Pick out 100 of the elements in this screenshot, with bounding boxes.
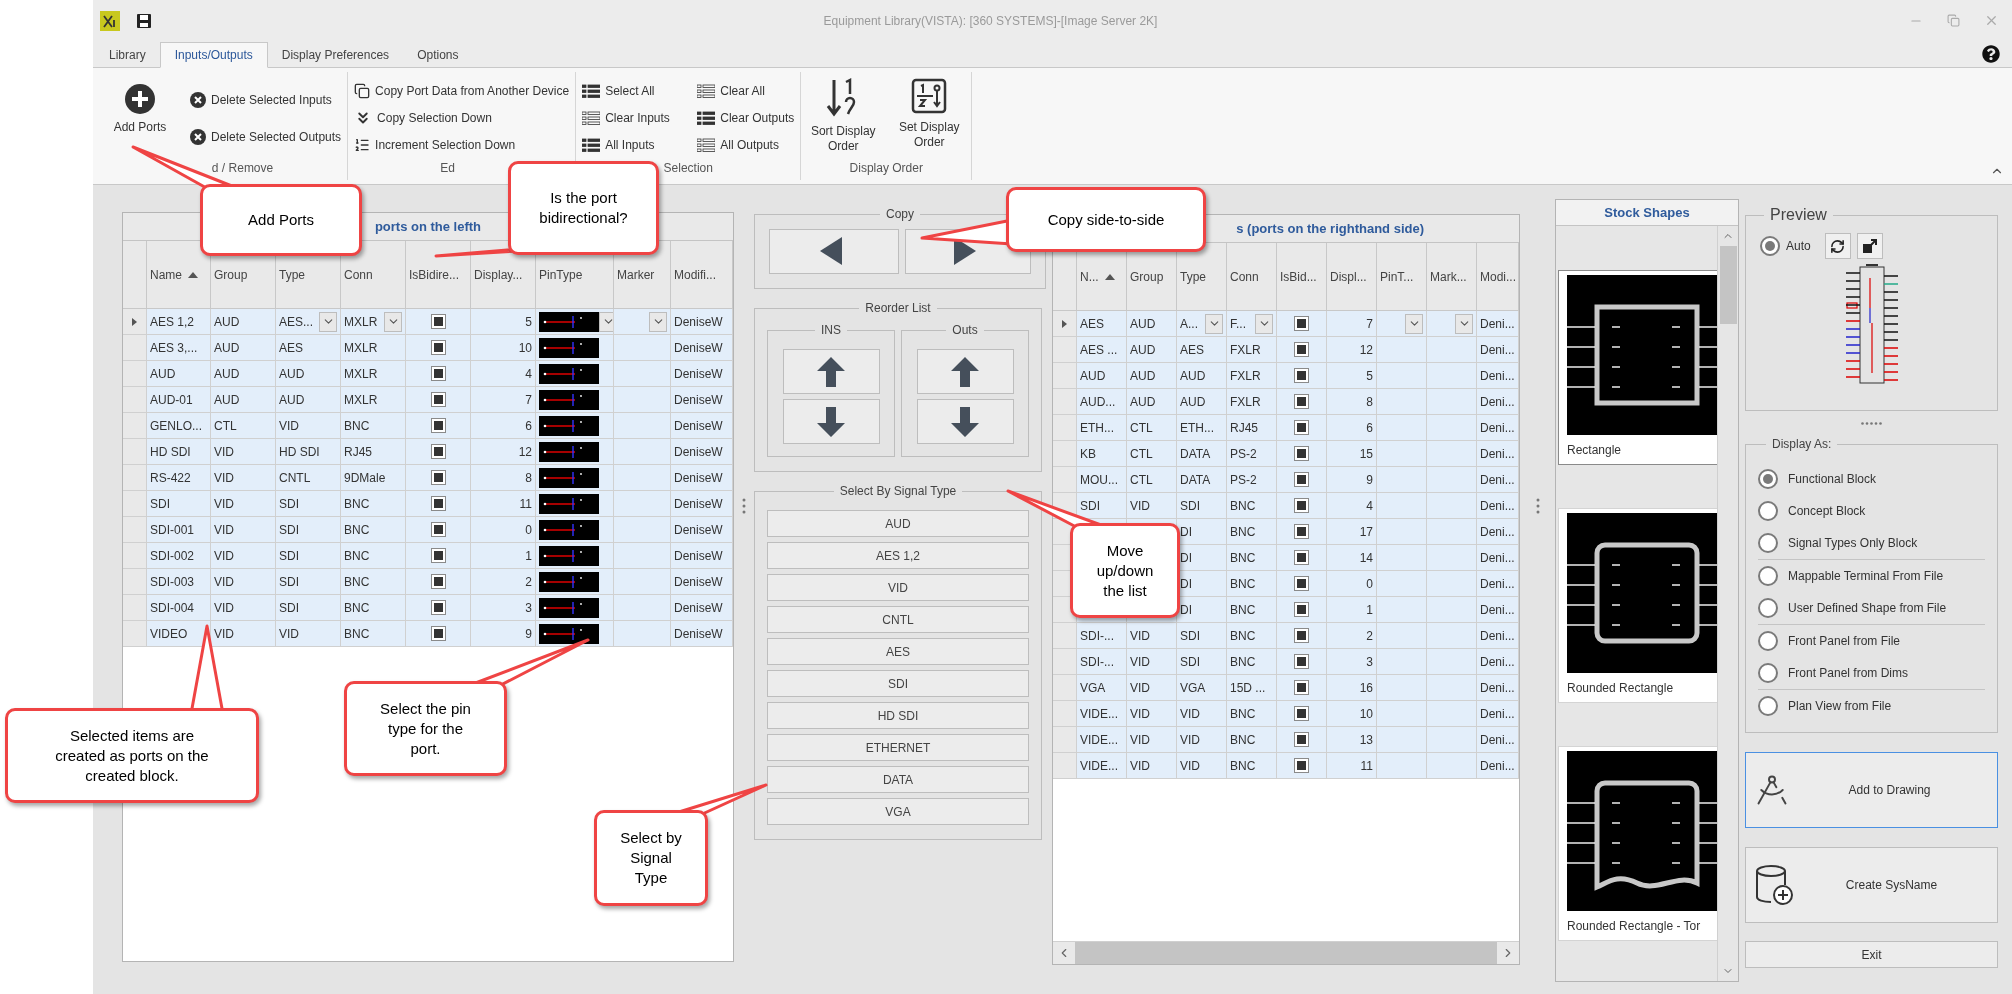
checkbox[interactable] xyxy=(1294,316,1309,331)
table-row[interactable]: ETH... CTL ETH... RJ45 6 Deni... xyxy=(1053,415,1519,441)
table-row[interactable]: AUD AUD AUD FXLR 5 Deni... xyxy=(1053,363,1519,389)
ribbon-button[interactable]: Copy Selection Down xyxy=(354,107,570,129)
splitter-grip-icon[interactable] xyxy=(1860,421,1883,425)
checkbox[interactable] xyxy=(430,444,446,459)
shape-card[interactable]: Rectangle xyxy=(1558,270,1717,465)
checkbox[interactable] xyxy=(430,626,446,641)
ribbon-button[interactable]: All Inputs xyxy=(582,134,680,156)
create-sysname-button[interactable]: Create SysName xyxy=(1745,847,1998,923)
vertical-scrollbar[interactable] xyxy=(1717,226,1738,981)
pin-symbol-icon[interactable] xyxy=(539,623,599,644)
pin-symbol-icon[interactable] xyxy=(539,311,599,332)
table-row[interactable]: SDI-... VID SDI BNC 2 Deni... xyxy=(1053,623,1519,649)
ribbon-button[interactable]: Delete Selected Inputs xyxy=(190,89,342,111)
ribbon-button[interactable]: Add Ports xyxy=(104,72,176,135)
table-row[interactable]: SDI-004 VID SDI BNC 3 DeniseW xyxy=(123,595,733,621)
table-row[interactable]: VIDE... VID VID BNC 11 Deni... xyxy=(1053,753,1519,779)
signal-type-button[interactable]: DATA xyxy=(767,766,1029,793)
table-row[interactable]: AUD AUD AUD MXLR 4 DeniseW xyxy=(123,361,733,387)
checkbox[interactable] xyxy=(1294,550,1309,565)
ribbon-button[interactable]: Delete Selected Outputs xyxy=(190,126,342,148)
table-row[interactable]: SDI-002 VID SDI BNC 1 DeniseW xyxy=(123,543,733,569)
fit-view-button[interactable] xyxy=(1856,233,1883,259)
copy-left-button[interactable] xyxy=(769,229,899,274)
radio-button[interactable] xyxy=(1758,533,1778,553)
table-row[interactable]: AES ... AUD AES FXLR 12 Deni... xyxy=(1053,337,1519,363)
row-header[interactable] xyxy=(123,309,147,335)
radio-button[interactable] xyxy=(1758,631,1778,651)
checkbox[interactable] xyxy=(1294,498,1309,513)
ribbon-button[interactable]: Clear Inputs xyxy=(582,107,680,129)
radio-button[interactable] xyxy=(1758,696,1778,716)
pin-symbol-icon[interactable] xyxy=(539,493,599,514)
radio-button[interactable] xyxy=(1758,501,1778,521)
radio-button[interactable] xyxy=(1760,236,1780,256)
checkbox[interactable] xyxy=(430,314,446,329)
signal-type-button[interactable]: VID xyxy=(767,574,1029,601)
ribbon-button[interactable]: Select All xyxy=(582,80,680,102)
radio-button[interactable] xyxy=(1758,663,1778,683)
signal-type-button[interactable]: AES 1,2 xyxy=(767,542,1029,569)
pin-symbol-icon[interactable] xyxy=(539,415,599,436)
signal-type-button[interactable]: AUD xyxy=(767,510,1029,537)
ribbon-button[interactable]: Set Display Order xyxy=(893,72,966,150)
checkbox[interactable] xyxy=(430,496,446,511)
checkbox[interactable] xyxy=(1294,394,1309,409)
shape-card[interactable]: Rounded Rectangle - Tor xyxy=(1558,746,1717,941)
ribbon-tab[interactable]: Display Preferences xyxy=(267,42,404,68)
table-row[interactable]: AES 3,... AUD AES MXLR 10 DeniseW xyxy=(123,335,733,361)
signal-type-button[interactable]: HD SDI xyxy=(767,702,1029,729)
checkbox[interactable] xyxy=(430,600,446,615)
ribbon-button[interactable]: Clear Outputs xyxy=(697,107,795,129)
move-down-button[interactable] xyxy=(782,399,880,444)
table-row[interactable]: VGA VID VGA 15D ... 16 Deni... xyxy=(1053,675,1519,701)
dropdown-button[interactable] xyxy=(1255,313,1273,334)
checkbox[interactable] xyxy=(430,574,446,589)
pin-symbol-icon[interactable] xyxy=(539,467,599,488)
checkbox[interactable] xyxy=(1294,758,1309,773)
ribbon-button[interactable]: Sort Display Order xyxy=(807,72,880,154)
row-header[interactable] xyxy=(1053,311,1077,337)
horizontal-scrollbar[interactable] xyxy=(1053,941,1519,964)
pin-symbol-icon[interactable] xyxy=(539,337,599,358)
ribbon-button[interactable]: Clear All xyxy=(697,80,795,102)
table-row[interactable]: MOU... CTL DATA PS-2 9 Deni... xyxy=(1053,467,1519,493)
table-row[interactable]: KB CTL DATA PS-2 15 Deni... xyxy=(1053,441,1519,467)
checkbox[interactable] xyxy=(1294,732,1309,747)
ribbon-tab[interactable]: Library xyxy=(95,42,160,68)
ribbon-button[interactable]: Copy Port Data from Another Device xyxy=(354,80,570,102)
checkbox[interactable] xyxy=(430,366,446,381)
table-row[interactable]: AES AUD A... F... 7 Deni... xyxy=(1053,311,1519,337)
checkbox[interactable] xyxy=(1294,446,1309,461)
table-row[interactable]: SDI-... VID SDI BNC 3 Deni... xyxy=(1053,649,1519,675)
pin-symbol-icon[interactable] xyxy=(539,389,599,410)
splitter-grip-icon[interactable] xyxy=(742,497,746,516)
ribbon-button[interactable]: Increment Selection Down xyxy=(354,134,570,156)
splitter-grip-icon[interactable] xyxy=(1535,497,1540,516)
table-row[interactable]: VIDE... VID VID BNC 10 Deni... xyxy=(1053,701,1519,727)
move-up-button[interactable] xyxy=(916,349,1014,394)
add-to-drawing-button[interactable]: Add to Drawing xyxy=(1745,752,1998,828)
checkbox[interactable] xyxy=(1294,524,1309,539)
move-up-button[interactable] xyxy=(782,349,880,394)
radio-button[interactable] xyxy=(1758,566,1778,586)
pin-symbol-icon[interactable] xyxy=(539,363,599,384)
checkbox[interactable] xyxy=(430,522,446,537)
checkbox[interactable] xyxy=(430,470,446,485)
dropdown-button[interactable] xyxy=(319,311,337,332)
table-row[interactable]: VIDE... VID VID BNC 13 Deni... xyxy=(1053,727,1519,753)
dropdown-button[interactable] xyxy=(1205,313,1223,334)
checkbox[interactable] xyxy=(430,548,446,563)
table-row[interactable]: SDI-001 VID SDI BNC 0 DeniseW xyxy=(123,517,733,543)
checkbox[interactable] xyxy=(430,418,446,433)
pin-symbol-icon[interactable] xyxy=(539,441,599,462)
signal-type-button[interactable]: ETHERNET xyxy=(767,734,1029,761)
table-row[interactable]: AUD... AUD AUD FXLR 8 Deni... xyxy=(1053,389,1519,415)
checkbox[interactable] xyxy=(1294,654,1309,669)
scrollbar-thumb[interactable] xyxy=(1719,246,1737,324)
help-icon[interactable] xyxy=(1982,45,2000,63)
pin-symbol-icon[interactable] xyxy=(539,519,599,540)
dropdown-button[interactable] xyxy=(1455,313,1473,334)
signal-type-button[interactable]: VGA xyxy=(767,798,1029,825)
signal-type-button[interactable]: AES xyxy=(767,638,1029,665)
